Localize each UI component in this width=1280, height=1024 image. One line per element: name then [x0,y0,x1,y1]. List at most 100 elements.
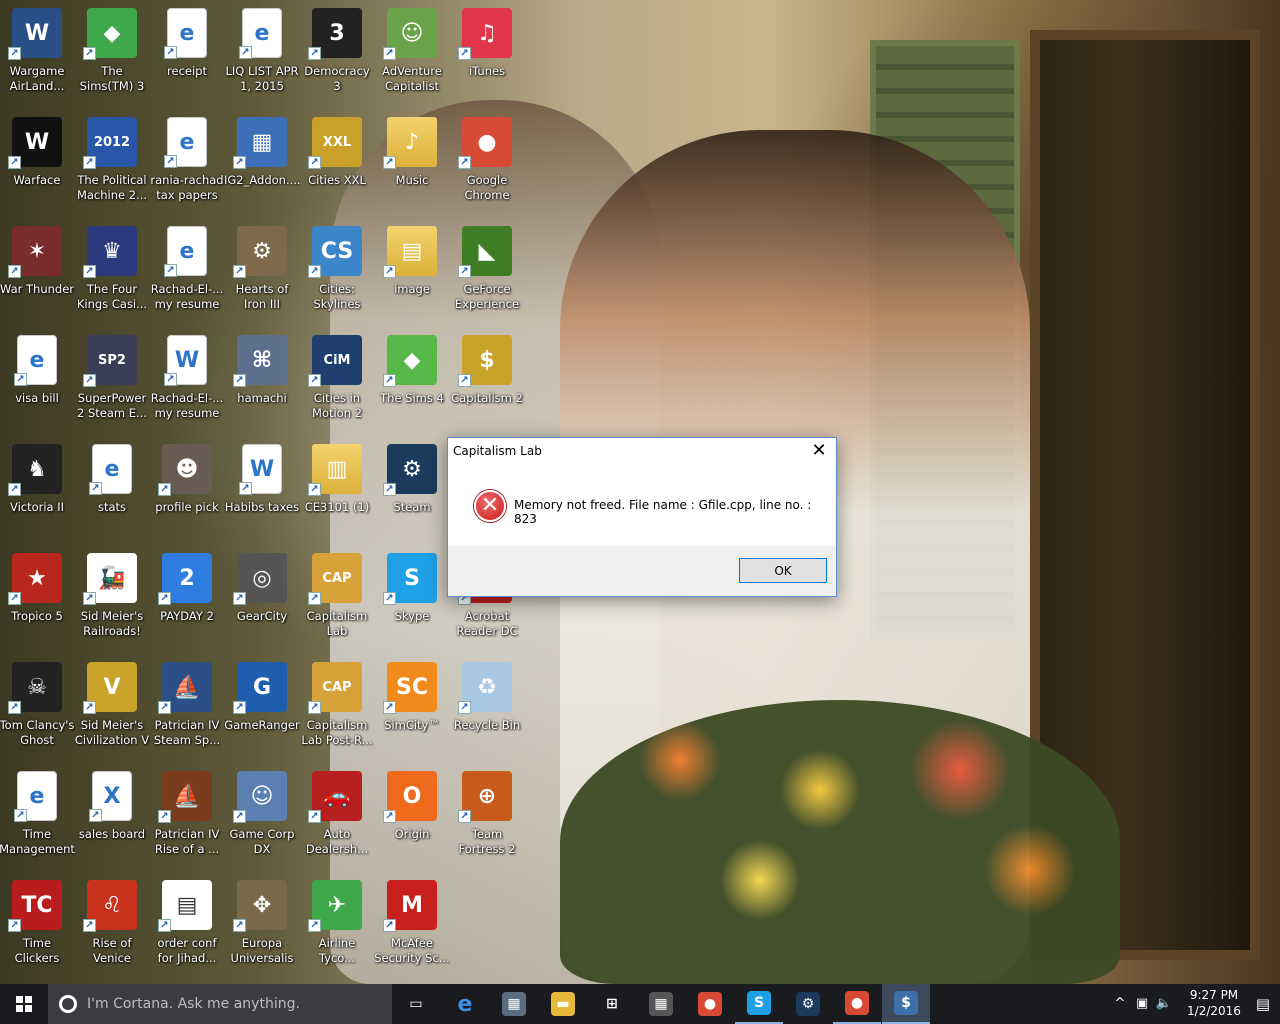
desktop-icon-label: CE3101 (1) [304,500,370,514]
desktop-icon[interactable]: ♪ ↗ Music [375,109,449,213]
desktop-icon[interactable]: ◆ ↗ The Sims 4 [375,327,449,431]
desktop-icon[interactable]: e ↗ stats [75,436,149,540]
volume-icon[interactable]: 🔈 [1154,994,1174,1014]
desktop-icon-label: stats [97,500,127,514]
superpower-icon: SP2 ↗ [83,335,137,387]
desktop-icon[interactable]: ♻ ↗ Recycle Bin [450,654,524,758]
tray-chevron-icon[interactable]: ^ [1110,994,1130,1014]
close-icon[interactable]: ✕ [802,438,836,466]
desktop-icon-label: Rachad-El-... my resume [150,282,224,311]
desktop-icon[interactable]: ♌ ↗ Rise of Venice [75,872,149,976]
taskbar-app-button[interactable]: ▦ [490,984,538,1024]
store-icon: ⊞ [606,996,618,1012]
hamachi-icon: ⌘ ↗ [233,335,287,387]
taskbar-app-button[interactable]: $ [882,984,930,1024]
desktop-icon[interactable]: ☠↗ Tom Clancy's Ghost Reco... [0,654,74,758]
desktop-icon[interactable]: V ↗ Sid Meier's Civilization V [75,654,149,758]
political-machine-icon: 2012 ↗ [83,117,137,169]
word-doc-icon: W ↗ [164,335,207,386]
desktop-icon-label: hamachi [237,391,287,405]
taskbar-app-button[interactable]: ▦ [637,984,685,1024]
desktop-icon[interactable]: 🚗 ↗ Auto Dealersh... [300,763,374,867]
capitalism-icon: $ ↗ [458,335,512,387]
start-button[interactable] [0,984,48,1024]
desktop-icon[interactable]: S ↗ Skype [375,545,449,649]
desktop-icon[interactable]: $ ↗ Capitalism 2 [450,327,524,431]
desktop-icon[interactable]: ✥↗ Europa Universalis IV [225,872,299,976]
ok-button[interactable]: OK [739,558,827,583]
desktop-icon[interactable]: ◎ ↗ GearCity [225,545,299,649]
desktop-icon[interactable]: XXL ↗ Cities XXL [300,109,374,213]
shortcut-arrow-icon: ↗ [83,919,96,932]
taskbar-app-button[interactable]: ▬ [539,984,587,1024]
desktop-icon[interactable]: ⌘ ↗ hamachi [225,327,299,431]
desktop-icon[interactable]: CiM ↗ Cities in Motion 2 [300,327,374,431]
desktop-icon[interactable]: ⛵ ↗ Patrician IV Rise of a ... [150,763,224,867]
taskbar-app-button[interactable]: e [441,984,489,1024]
desktop-icon[interactable]: ▥ ↗ CE3101 (1) [300,436,374,540]
desktop-icon-label: Game Corp DX [229,827,295,856]
desktop-icon[interactable]: CAP ↗ Capitalism Lab Post-R... [300,654,374,758]
clock[interactable]: 9:27 PM 1/2/2016 [1184,987,1244,1019]
taskbar-app-button[interactable]: ⊞ [588,984,636,1024]
taskbar-app-button[interactable]: ● [833,984,881,1024]
desktop-icon[interactable]: ▦ ↗ IG2_Addon.... [224,109,300,213]
desktop-icon[interactable]: ⛵ ↗ Patrician IV Steam Sp... [150,654,224,758]
desktop-icon[interactable]: 🚂 ↗ Sid Meier's Railroads! [75,545,149,649]
desktop-icon[interactable]: ▤ ↗ image [375,218,449,322]
desktop-icon[interactable]: e ↗ LIQ LIST APR 1, 2015 [225,0,299,104]
desktop-icon[interactable]: e ↗ Time Management [0,763,75,867]
taskbar-app-button[interactable]: S [735,984,783,1024]
desktop-icon[interactable]: ☺ ↗ AdVenture Capitalist [375,0,449,104]
desktop-icon[interactable]: ⊕ ↗ Team Fortress 2 [450,763,524,867]
desktop-icon[interactable]: ⚙ ↗ Hearts of Iron III [225,218,299,322]
desktop-icon[interactable]: W ↗ Rachad-El-... my resume [150,327,224,431]
desktop-icon[interactable]: 2 ↗ PAYDAY 2 [150,545,224,649]
desktop-icon[interactable]: CS ↗ Cities: Skylines [300,218,374,322]
desktop-icon[interactable]: ◆ ↗ The Sims(TM) 3 [75,0,149,104]
desktop-icon[interactable]: ♛ ↗ The Four Kings Casi... [75,218,149,322]
desktop-icon[interactable]: ◣ ↗ GeForce Experience [450,218,524,322]
network-icon[interactable]: ▣ [1132,994,1152,1014]
desktop-icon[interactable]: W ↗ Warface [0,109,74,213]
steam-icon: ⚙ [796,992,820,1016]
desktop-icon[interactable]: W ↗ Habibs taxes [225,436,299,540]
desktop-icon[interactable]: ★ ↗ Tropico 5 [0,545,74,649]
desktop-icon[interactable]: e ↗ rania-rachad tax papers [150,109,224,213]
desktop-icon[interactable]: TC ↗ Time Clickers [0,872,74,976]
desktop-icon[interactable]: G ↗ GameRanger [224,654,300,758]
desktop-icon[interactable]: ✶ ↗ War Thunder [0,218,74,322]
desktop-icon[interactable]: e ↗ receipt [150,0,224,104]
shortcut-arrow-icon: ↗ [458,810,471,823]
desktop-icon[interactable]: ⚙ ↗ Steam [375,436,449,540]
desktop-icon[interactable]: W ↗ Wargame AirLand... [0,0,74,104]
desktop-icon[interactable]: CAP ↗ Capitalism Lab [300,545,374,649]
skype-icon: S [747,991,771,1015]
desktop-icon[interactable]: ▤ ↗ order conf for Jihad... [150,872,224,976]
desktop-icon[interactable]: X ↗ sales board [75,763,149,867]
cortana-search-box[interactable]: I'm Cortana. Ask me anything. [48,984,392,1024]
taskbar-app-button[interactable]: ⚙ [784,984,832,1024]
desktop-icon[interactable]: 3 ↗ Democracy 3 [300,0,374,104]
desktop-icon[interactable]: e ↗ visa bill [0,327,74,431]
desktop-icon[interactable]: ● ↗ Google Chrome [450,109,524,213]
dialog-title: Capitalism Lab [453,444,542,458]
desktop-icon[interactable]: ♫ ↗ iTunes [450,0,524,104]
desktop-icon[interactable]: SP2 ↗ SuperPower 2 Steam E... [75,327,149,431]
desktop-icon[interactable]: M ↗ McAfee Security Sc... [374,872,450,976]
desktop-icon[interactable]: e ↗ Rachad-El-... my resume [150,218,224,322]
desktop-icon[interactable]: ☺ ↗ Game Corp DX [225,763,299,867]
desktop-icon-label: Patrician IV Steam Sp... [153,718,221,747]
desktop-icon[interactable]: ☻ ↗ profile pick [150,436,224,540]
action-center-button[interactable]: ▤ [1246,984,1280,1024]
desktop-icon[interactable]: ✈ ↗ Airline Tyco... [300,872,374,976]
desktop-icon[interactable]: 2012 ↗ The Political Machine 2... [75,109,149,213]
desktop-icon[interactable]: ♞ ↗ Victoria II [0,436,74,540]
shortcut-arrow-icon: ↗ [83,701,96,714]
taskbar-app-button[interactable]: ▭ [392,984,440,1024]
dialog-titlebar[interactable]: Capitalism Lab ✕ [448,438,836,468]
desktop-icon[interactable]: SC ↗ SimCity™ [375,654,449,758]
desktop-icon[interactable]: O ↗ Origin [375,763,449,867]
desktop-icon-label: GearCity [236,609,288,623]
taskbar-app-button[interactable]: ● [686,984,734,1024]
